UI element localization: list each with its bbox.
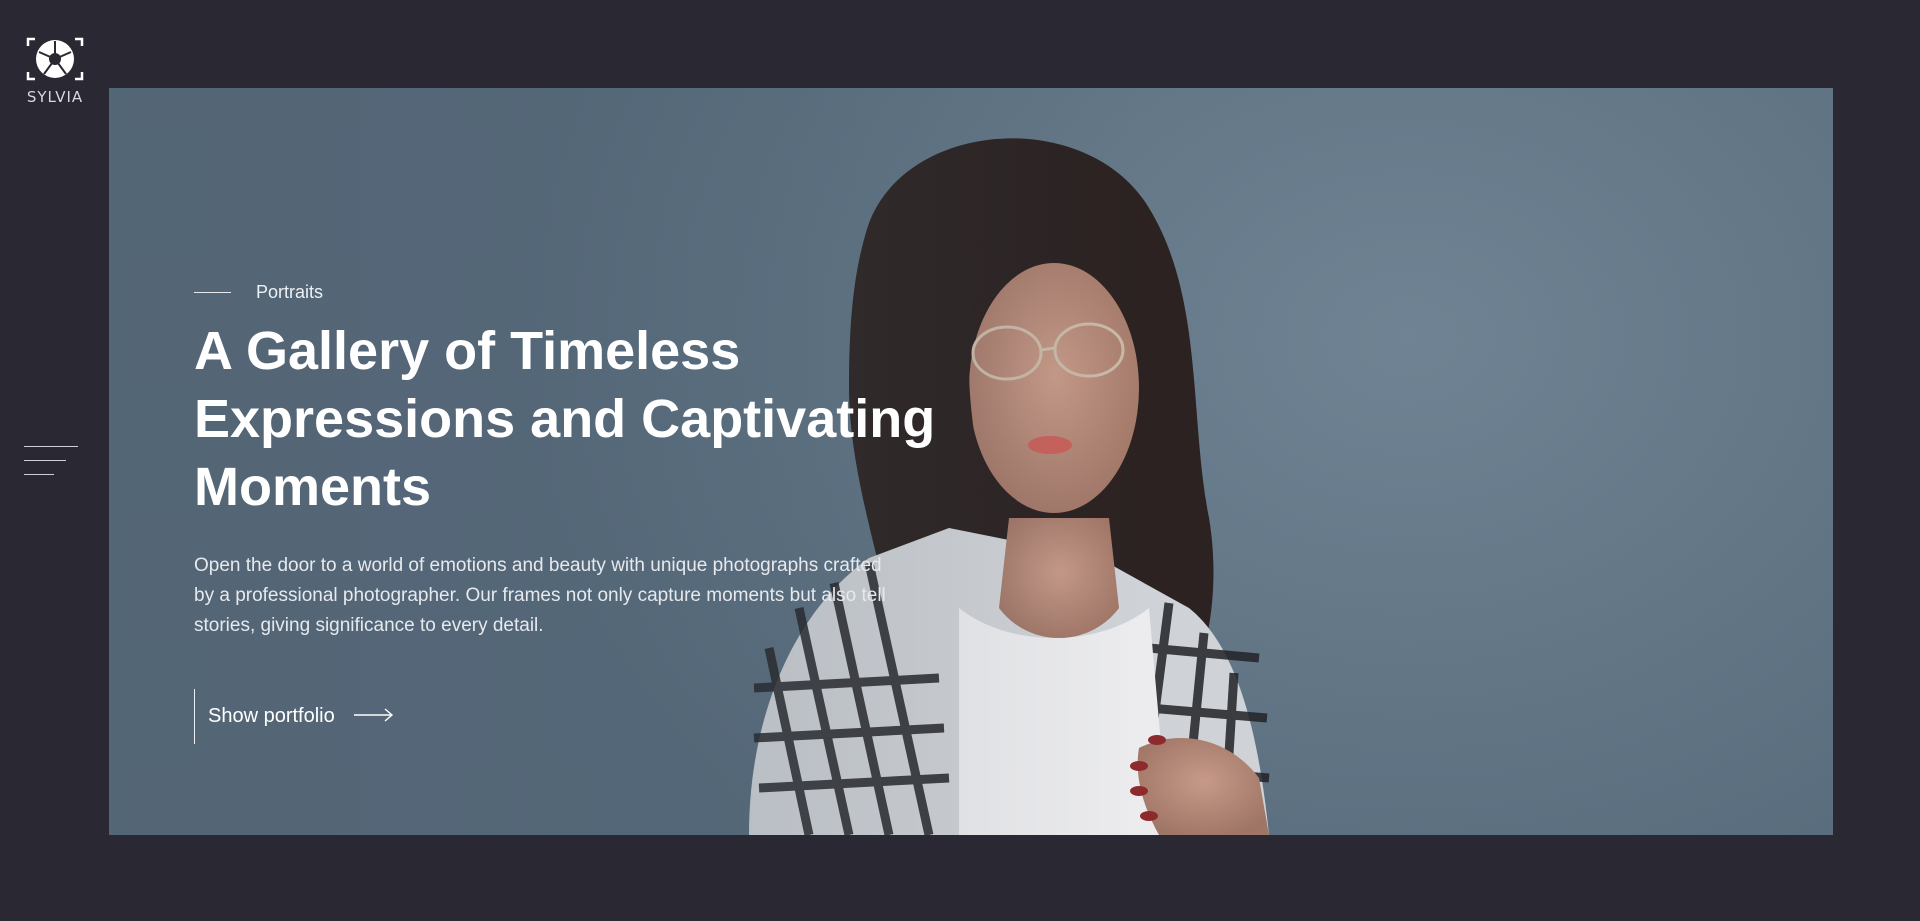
brand-name: SYLVIA	[26, 88, 84, 106]
category-rule	[194, 292, 231, 293]
hero-slide: Portraits A Gallery of Timeless Expressi…	[109, 88, 1833, 835]
hamburger-menu-icon[interactable]	[24, 444, 80, 478]
show-portfolio-label: Show portfolio	[208, 705, 335, 727]
page: SYLVIA Portraits A Gallery of Timeless E…	[0, 0, 1920, 921]
hero-description: Open the door to a world of emotions and…	[194, 555, 886, 636]
arrow-right-icon	[353, 705, 394, 728]
hero-title: A Gallery of Timeless Expressions and Ca…	[194, 321, 936, 517]
show-portfolio-button[interactable]: Show portfolio	[194, 689, 394, 744]
hero-category: Portraits	[194, 282, 323, 303]
brand-logo[interactable]: SYLVIA	[24, 36, 86, 106]
camera-aperture-icon	[24, 36, 86, 82]
hero-category-label: Portraits	[256, 282, 324, 302]
